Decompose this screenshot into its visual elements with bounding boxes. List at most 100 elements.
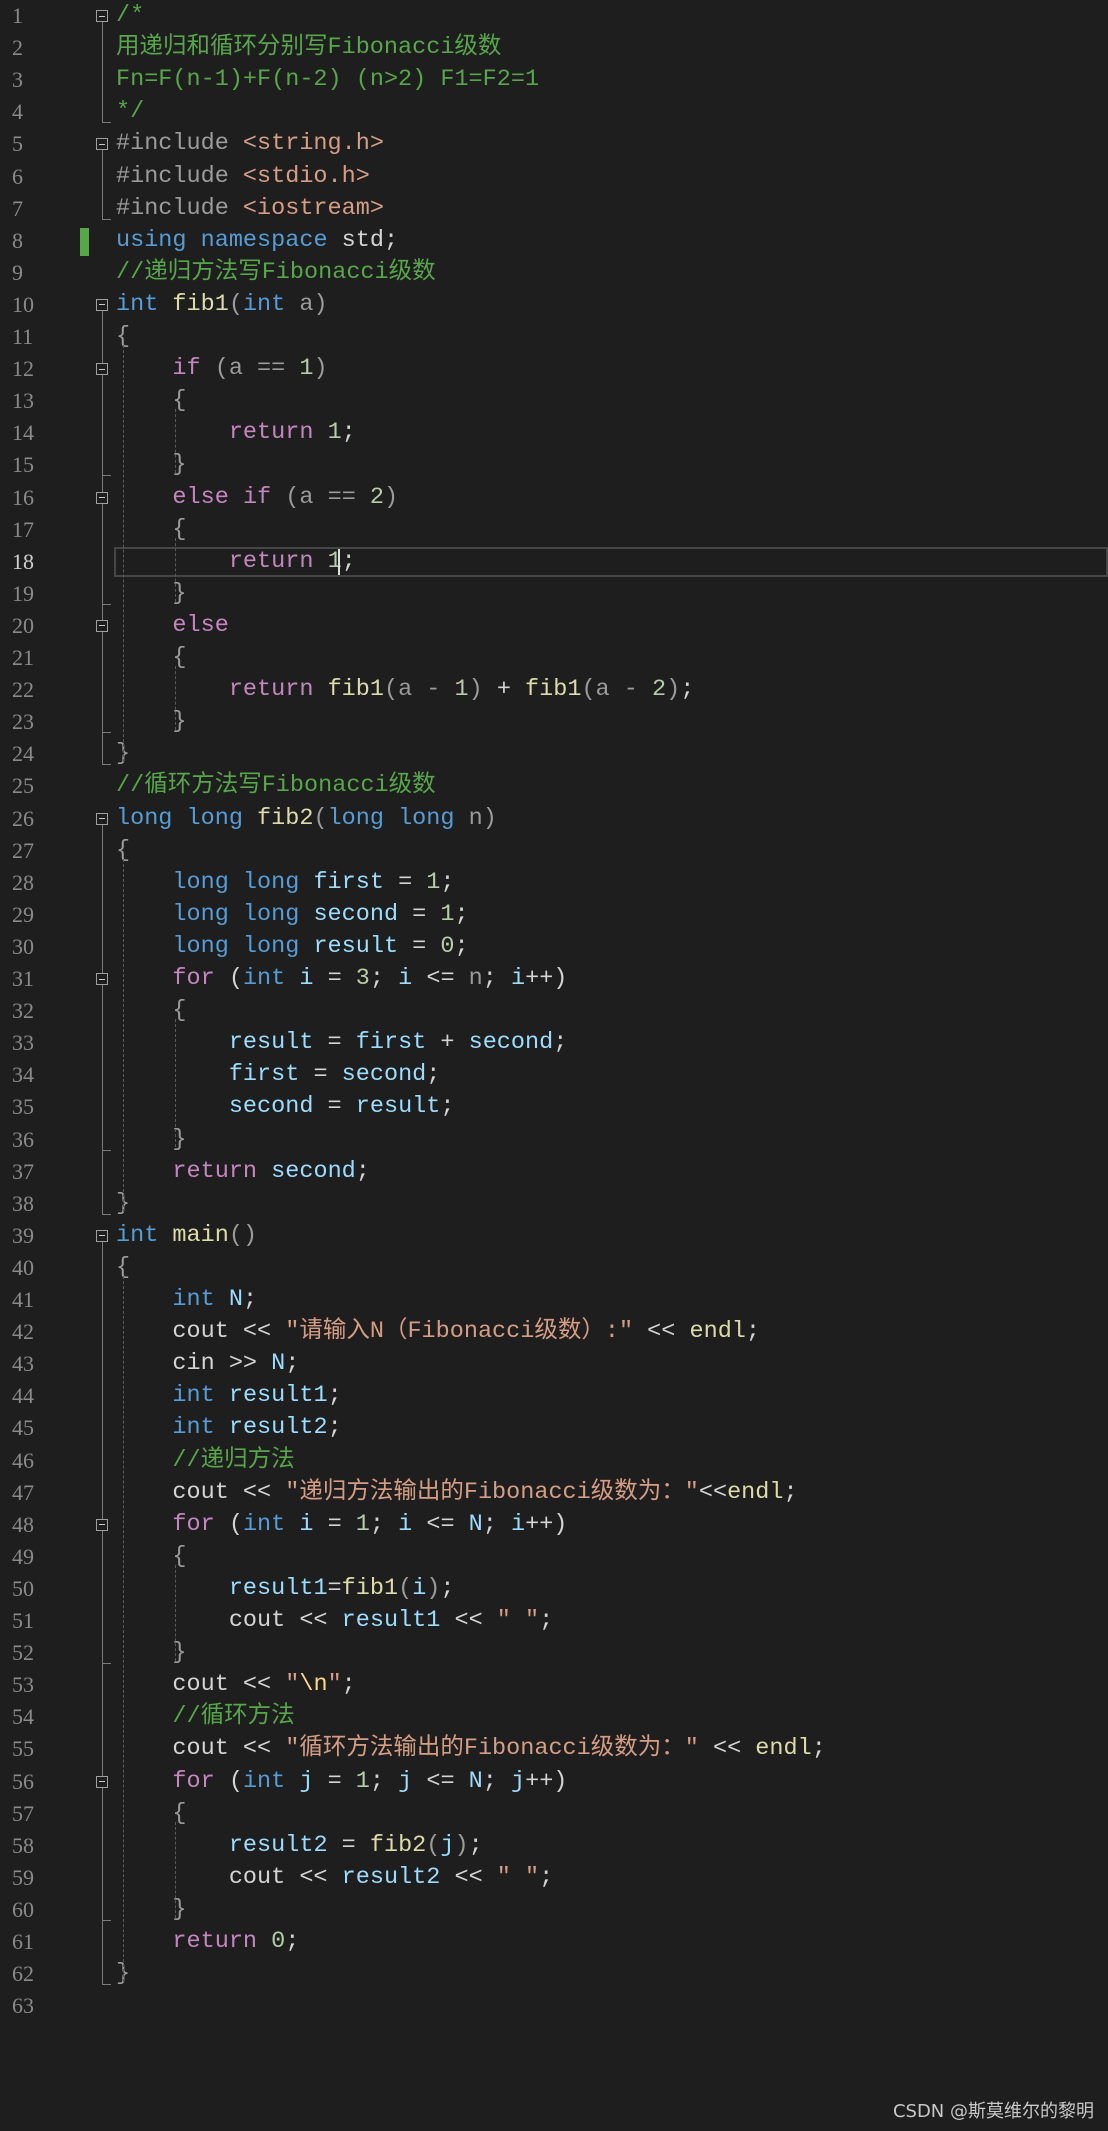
code-line[interactable]: #include <iostream>	[116, 193, 384, 225]
code-token: long long	[327, 804, 455, 832]
collapse-region-icon[interactable]	[96, 491, 108, 504]
code-token: using	[116, 226, 187, 254]
code-line[interactable]: long long fib2(long long n)	[116, 803, 497, 835]
code-line[interactable]: int result2;	[116, 1412, 341, 1444]
line-number: 59	[12, 1864, 34, 1890]
code-line[interactable]: int result1;	[116, 1380, 342, 1412]
code-line[interactable]: 用递归和循环分别写Fibonacci级数	[116, 32, 501, 64]
collapse-region-icon[interactable]	[96, 973, 108, 985]
code-token: main	[172, 1221, 229, 1249]
line-number: 55	[12, 1736, 34, 1762]
code-token: =	[313, 1767, 356, 1795]
code-line[interactable]: using namespace std;	[116, 225, 398, 257]
code-line[interactable]: return fib1(a - 1) + fib1(a - 2);	[116, 674, 694, 706]
code-line[interactable]: for (int j = 1; j <= N; j++)	[116, 1766, 567, 1798]
code-token: =	[398, 900, 441, 928]
code-token: ;	[369, 1510, 399, 1538]
code-line[interactable]: int N;	[116, 1284, 257, 1316]
code-token: <<	[440, 1607, 497, 1634]
code-line[interactable]: int fib1(int a)	[116, 289, 328, 321]
collapse-region-icon[interactable]	[96, 138, 108, 151]
line-number: 25	[12, 773, 34, 799]
code-line[interactable]: cout << "循环方法输出的Fibonacci级数为：" << endl;	[116, 1733, 825, 1765]
code-line[interactable]: cout << result1 << " ";	[116, 1605, 553, 1637]
code-token: int	[172, 1382, 215, 1410]
code-line[interactable]: //循环方法	[116, 1701, 294, 1733]
line-number: 21	[12, 645, 34, 670]
collapse-region-icon[interactable]	[96, 1775, 108, 1788]
code-line[interactable]: return 1;	[116, 417, 356, 449]
collapse-region-icon[interactable]	[96, 619, 108, 632]
code-line[interactable]: #include <stdio.h>	[116, 161, 370, 193]
code-token: ()	[228, 1221, 258, 1249]
code-line[interactable]: long long first = 1;	[116, 867, 455, 899]
code-line[interactable]: */	[116, 96, 144, 128]
code-line[interactable]: return second;	[116, 1156, 369, 1188]
collapse-region-icon[interactable]	[96, 10, 108, 22]
code-line[interactable]: Fn=F(n-1)+F(n-2) (n>2) F1=F2=1	[116, 64, 539, 96]
code-line[interactable]: //递归方法写Fibonacci级数	[116, 257, 436, 289]
code-line[interactable]: //循环方法写Fibonacci级数	[116, 770, 436, 802]
collapse-region-icon[interactable]	[96, 812, 108, 825]
code-token: 3	[355, 965, 370, 992]
code-token: <<	[633, 1318, 690, 1346]
line-number: 29	[12, 901, 34, 927]
code-line[interactable]: for (int i = 3; i <= n; i++)	[116, 963, 567, 995]
code-token: ;	[454, 900, 469, 928]
outline-end	[102, 218, 111, 220]
line-number: 7	[12, 195, 23, 221]
code-line[interactable]: cout << "\n";	[116, 1669, 355, 1701]
code-line[interactable]: long long result = 0;	[116, 931, 468, 963]
code-token: i	[510, 965, 526, 992]
collapse-region-icon[interactable]	[96, 1518, 108, 1531]
indent-guide	[175, 1019, 177, 1148]
code-line[interactable]: return 1;	[116, 546, 356, 578]
collapse-region-icon[interactable]	[96, 1229, 108, 1242]
code-line[interactable]: #include <string.h>	[116, 128, 384, 160]
code-line[interactable]: first = second;	[116, 1059, 441, 1091]
code-token: ;	[327, 1382, 342, 1410]
code-token: Fn=F(n-1)+F(n-2) (n>2) F1=F2=1	[116, 66, 540, 94]
code-token: 1	[454, 676, 469, 704]
code-token: i	[510, 1510, 526, 1538]
code-token: ;	[482, 1767, 511, 1795]
code-token: fib1	[525, 676, 582, 704]
collapse-region-icon[interactable]	[96, 363, 108, 376]
code-line[interactable]: result2 = fib2(j);	[116, 1830, 483, 1862]
code-line[interactable]: result = first + second;	[116, 1027, 568, 1059]
code-token: <<	[440, 1863, 497, 1891]
outline-end	[102, 1663, 111, 1665]
code-token: <iostream>	[242, 194, 384, 222]
indent-guide	[175, 1821, 177, 1918]
code-token: ;	[539, 1863, 554, 1891]
code-line[interactable]: else	[116, 610, 228, 642]
code-editor[interactable]: 1 2 3 4 5 6 7 8 9 10 11 12 13 14 15 16 17 18 19 20 21 22 23 24 2…	[0, 0, 1108, 2131]
code-token: first	[228, 1061, 300, 1089]
code-token: 1	[440, 900, 455, 928]
code-line[interactable]: /*	[116, 0, 144, 32]
code-token: result	[355, 1093, 441, 1121]
code-token: "	[285, 1671, 300, 1699]
code-line[interactable]: cout << "请输入N（Fibonacci级数）:" << endl;	[116, 1316, 760, 1348]
code-line[interactable]: return 0;	[116, 1926, 299, 1958]
code-line[interactable]: int main()	[116, 1220, 257, 1252]
collapse-region-icon[interactable]	[96, 298, 108, 311]
code-line[interactable]: for (int i = 1; i <= N; i++)	[116, 1509, 567, 1541]
code-token: long long	[172, 868, 300, 896]
code-line[interactable]: result1=fib1(i);	[116, 1573, 455, 1605]
outline-line	[102, 375, 103, 476]
code-token: )	[313, 355, 328, 383]
code-line[interactable]: cout << result2 << " ";	[116, 1862, 553, 1894]
code-line[interactable]: //递归方法	[116, 1445, 294, 1477]
code-line[interactable]: cin >> N;	[116, 1348, 299, 1380]
code-line[interactable]: second = result;	[116, 1091, 455, 1123]
code-token: " "	[496, 1607, 540, 1634]
code-line[interactable]: cout << "递归方法输出的Fibonacci级数为："<<endl;	[116, 1477, 797, 1509]
code-token: ;	[440, 868, 455, 896]
code-line[interactable]: long long second = 1;	[116, 899, 469, 931]
code-line[interactable]: else if (a == 2)	[116, 482, 398, 514]
code-token: int	[242, 1510, 286, 1538]
code-line[interactable]: if (a == 1)	[116, 353, 328, 385]
